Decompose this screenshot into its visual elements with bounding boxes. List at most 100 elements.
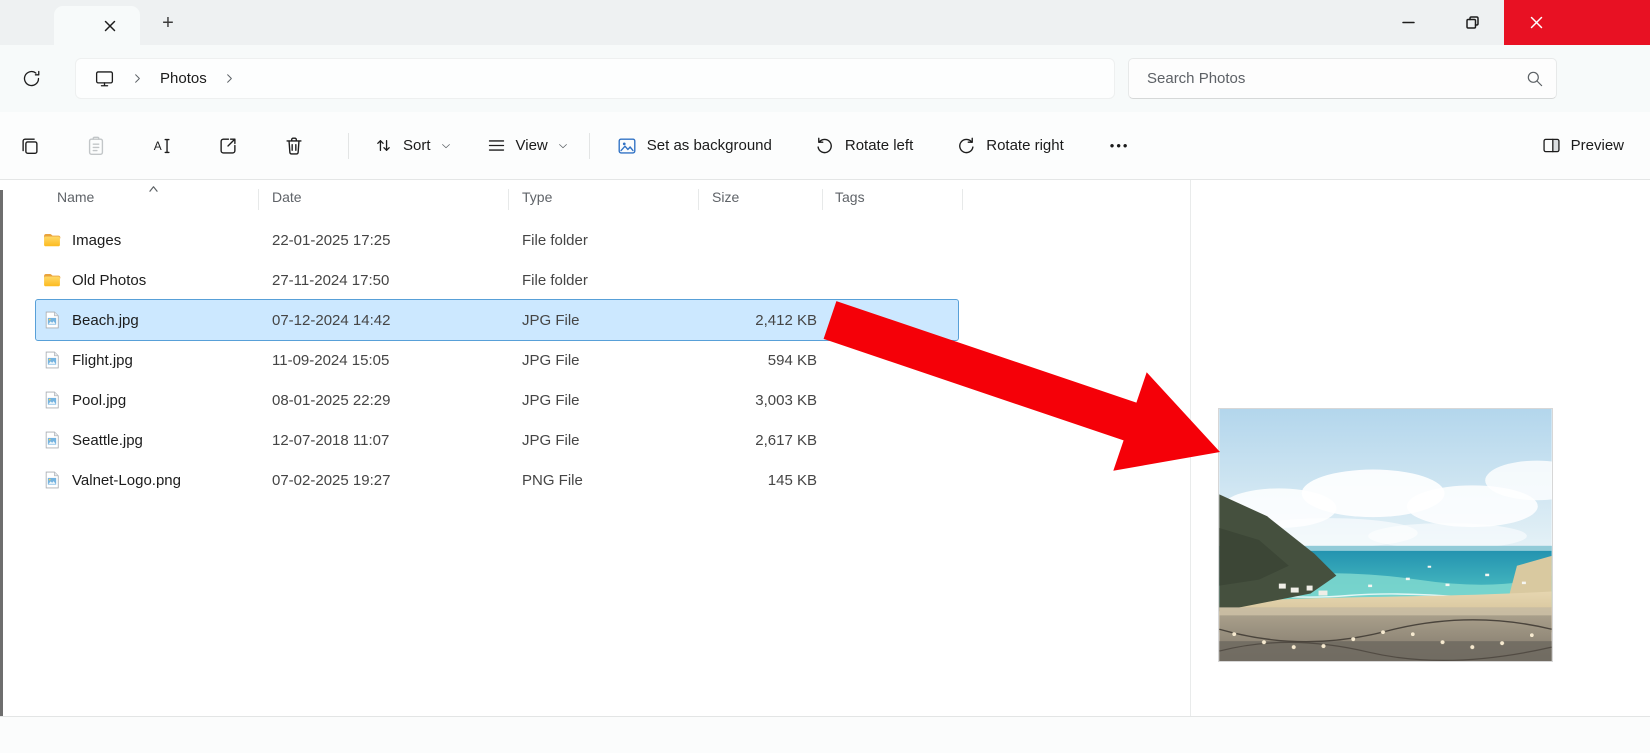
image-file-icon bbox=[42, 470, 62, 490]
rename-icon: A bbox=[151, 135, 173, 157]
command-bar: A Sort View Set as background Rotate lef… bbox=[0, 112, 1650, 180]
more-options-button[interactable]: ••• bbox=[1100, 125, 1140, 167]
file-type: JPG File bbox=[522, 312, 580, 329]
file-list-area: Name Date Type Size Tags Images 22-01-20… bbox=[0, 180, 1650, 716]
image-file-icon bbox=[42, 310, 62, 330]
paste-button[interactable] bbox=[74, 125, 118, 167]
file-date: 07-12-2024 14:42 bbox=[272, 312, 390, 329]
table-row[interactable]: Valnet-Logo.png 07-02-2025 19:27 PNG Fil… bbox=[36, 460, 958, 500]
column-separator[interactable] bbox=[508, 189, 509, 210]
view-icon bbox=[486, 135, 507, 156]
column-header-tags[interactable]: Tags bbox=[835, 189, 865, 205]
file-date: 11-09-2024 15:05 bbox=[272, 352, 389, 369]
image-file-icon bbox=[42, 390, 62, 410]
column-separator[interactable] bbox=[822, 189, 823, 210]
tab-bar: + bbox=[0, 0, 1650, 45]
search-box[interactable] bbox=[1128, 58, 1557, 99]
breadcrumb-item-photos[interactable]: Photos bbox=[152, 66, 215, 91]
column-header-size[interactable]: Size bbox=[712, 189, 739, 205]
status-bar bbox=[0, 716, 1650, 753]
view-button[interactable]: View bbox=[476, 125, 579, 167]
file-size: 2,412 KB bbox=[596, 312, 817, 329]
column-separator[interactable] bbox=[258, 189, 259, 210]
chevron-right-icon bbox=[130, 71, 145, 86]
sort-button[interactable]: Sort bbox=[363, 125, 462, 167]
file-date: 08-01-2025 22:29 bbox=[272, 392, 390, 409]
sort-icon bbox=[373, 135, 394, 156]
preview-toggle-button[interactable]: Preview bbox=[1531, 125, 1634, 167]
image-file-icon bbox=[42, 430, 62, 450]
preview-pane-divider bbox=[1190, 180, 1191, 716]
file-rows: Images 22-01-2025 17:25 File folder Old … bbox=[0, 220, 1190, 500]
column-header-type[interactable]: Type bbox=[522, 189, 552, 205]
delete-button[interactable] bbox=[272, 125, 316, 167]
file-type: JPG File bbox=[522, 392, 580, 409]
preview-label: Preview bbox=[1571, 137, 1624, 154]
file-name: Valnet-Logo.png bbox=[72, 472, 181, 489]
refresh-button[interactable] bbox=[12, 58, 50, 98]
table-row[interactable]: Seattle.jpg 12-07-2018 11:07 JPG File 2,… bbox=[36, 420, 958, 460]
image-file-icon bbox=[42, 390, 62, 410]
image-file-icon bbox=[42, 350, 62, 370]
close-icon bbox=[1529, 15, 1544, 30]
column-separator[interactable] bbox=[962, 189, 963, 210]
table-row[interactable]: Images 22-01-2025 17:25 File folder bbox=[36, 220, 958, 260]
chevron-down-icon bbox=[440, 140, 452, 152]
close-button[interactable] bbox=[1504, 0, 1650, 45]
beach-photo bbox=[1219, 409, 1552, 661]
restore-button[interactable] bbox=[1440, 0, 1504, 45]
sort-label: Sort bbox=[403, 137, 431, 154]
rotate-right-label: Rotate right bbox=[986, 137, 1064, 154]
file-type: File folder bbox=[522, 232, 588, 249]
toolbar-separator bbox=[589, 133, 590, 159]
minimize-icon bbox=[1401, 15, 1416, 30]
image-file-icon bbox=[42, 350, 62, 370]
svg-text:A: A bbox=[154, 139, 162, 153]
breadcrumb-chevron-icon[interactable] bbox=[215, 63, 245, 95]
search-icon bbox=[1525, 69, 1544, 88]
minimize-button[interactable] bbox=[1376, 0, 1440, 45]
file-type: File folder bbox=[522, 272, 588, 289]
chevron-right-icon bbox=[222, 71, 237, 86]
copy-icon bbox=[19, 135, 41, 157]
search-input[interactable] bbox=[1145, 69, 1525, 88]
share-icon bbox=[217, 135, 239, 157]
rotate-right-button[interactable]: Rotate right bbox=[945, 125, 1074, 167]
rotate-left-label: Rotate left bbox=[845, 137, 913, 154]
column-headers: Name Date Type Size Tags bbox=[0, 180, 1190, 218]
rotate-left-button[interactable]: Rotate left bbox=[804, 125, 923, 167]
refresh-icon bbox=[21, 68, 42, 89]
table-row[interactable]: Beach.jpg 07-12-2024 14:42 JPG File 2,41… bbox=[36, 300, 958, 340]
tab-close-button[interactable] bbox=[97, 13, 123, 39]
file-name: Old Photos bbox=[72, 272, 146, 289]
breadcrumb-chevron-icon[interactable] bbox=[122, 63, 152, 95]
table-row[interactable]: Flight.jpg 11-09-2024 15:05 JPG File 594… bbox=[36, 340, 958, 380]
file-type: JPG File bbox=[522, 352, 580, 369]
column-header-name[interactable]: Name bbox=[57, 189, 94, 205]
folder-icon bbox=[42, 230, 62, 250]
share-button[interactable] bbox=[206, 125, 250, 167]
copy-button[interactable] bbox=[8, 125, 52, 167]
sort-ascending-caret-icon bbox=[148, 180, 159, 197]
set-as-background-button[interactable]: Set as background bbox=[606, 125, 782, 167]
file-size: 145 KB bbox=[596, 472, 817, 489]
rotate-right-icon bbox=[955, 135, 977, 157]
breadcrumb-root-this-pc[interactable] bbox=[86, 63, 122, 95]
window-controls bbox=[1376, 0, 1650, 45]
folder-icon bbox=[42, 270, 62, 290]
rename-button[interactable]: A bbox=[140, 125, 184, 167]
table-row[interactable]: Pool.jpg 08-01-2025 22:29 JPG File 3,003… bbox=[36, 380, 958, 420]
navigation-bar: Photos bbox=[0, 45, 1650, 112]
table-row[interactable]: Old Photos 27-11-2024 17:50 File folder bbox=[36, 260, 958, 300]
file-date: 07-02-2025 19:27 bbox=[272, 472, 390, 489]
set-as-background-label: Set as background bbox=[647, 137, 772, 154]
explorer-tab[interactable] bbox=[54, 6, 140, 45]
new-tab-button[interactable]: + bbox=[150, 7, 186, 39]
file-type: JPG File bbox=[522, 432, 580, 449]
column-header-date[interactable]: Date bbox=[272, 189, 302, 205]
column-separator[interactable] bbox=[698, 189, 699, 210]
more-icon: ••• bbox=[1110, 138, 1130, 153]
breadcrumb: Photos bbox=[75, 58, 1115, 99]
preview-image[interactable] bbox=[1218, 408, 1553, 662]
set-background-icon bbox=[616, 135, 638, 157]
